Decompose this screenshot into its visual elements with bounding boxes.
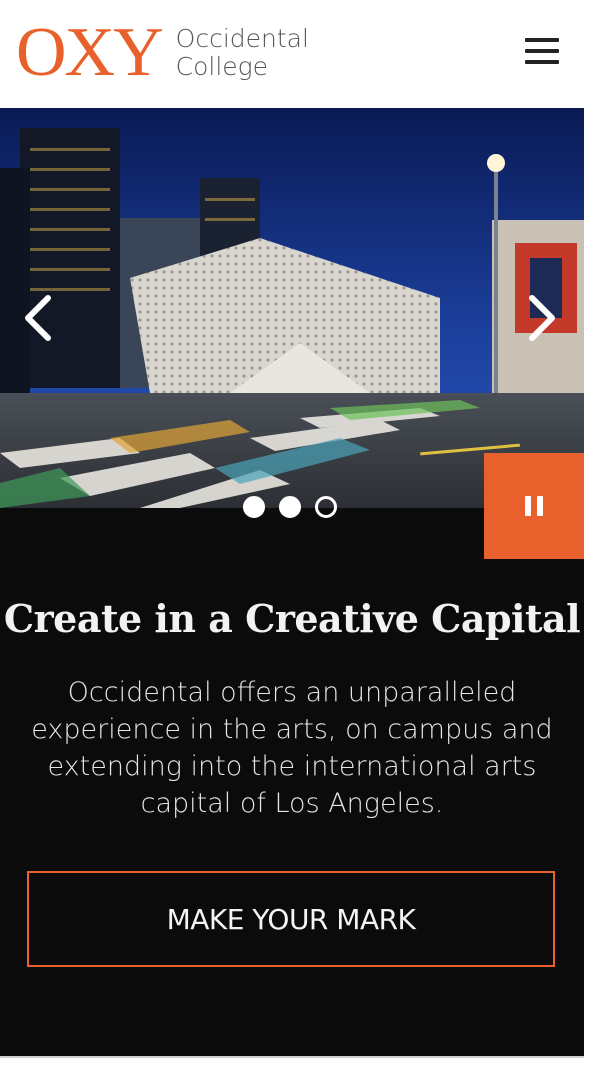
carousel-dot-3[interactable]	[315, 496, 337, 518]
hero-title: Create in a Creative Capital	[3, 596, 581, 641]
site-logo[interactable]: OXY Occidental College	[16, 18, 309, 88]
site-header: OXY Occidental College	[0, 0, 600, 108]
hero-carousel: Create in a Creative Capital Occidental …	[0, 108, 584, 1056]
logo-line-2: College	[175, 52, 269, 81]
carousel-dot-2[interactable]	[279, 496, 301, 518]
logo-mark: OXY	[16, 14, 164, 91]
divider	[0, 1056, 584, 1058]
hamburger-menu-icon[interactable]	[525, 38, 565, 72]
make-your-mark-button[interactable]: MAKE YOUR MARK	[27, 871, 555, 967]
carousel-dot-1[interactable]	[243, 496, 265, 518]
pause-icon[interactable]	[484, 453, 584, 559]
logo-wordmark: Occidental College	[176, 25, 309, 81]
chevron-left-icon[interactable]	[18, 288, 58, 348]
hero-image	[0, 108, 584, 508]
hero-description: Occidental offers an unparalleled experi…	[31, 677, 553, 819]
carousel-dots	[243, 496, 337, 518]
logo-line-1: Occidental	[175, 24, 309, 53]
chevron-right-icon[interactable]	[522, 288, 562, 348]
